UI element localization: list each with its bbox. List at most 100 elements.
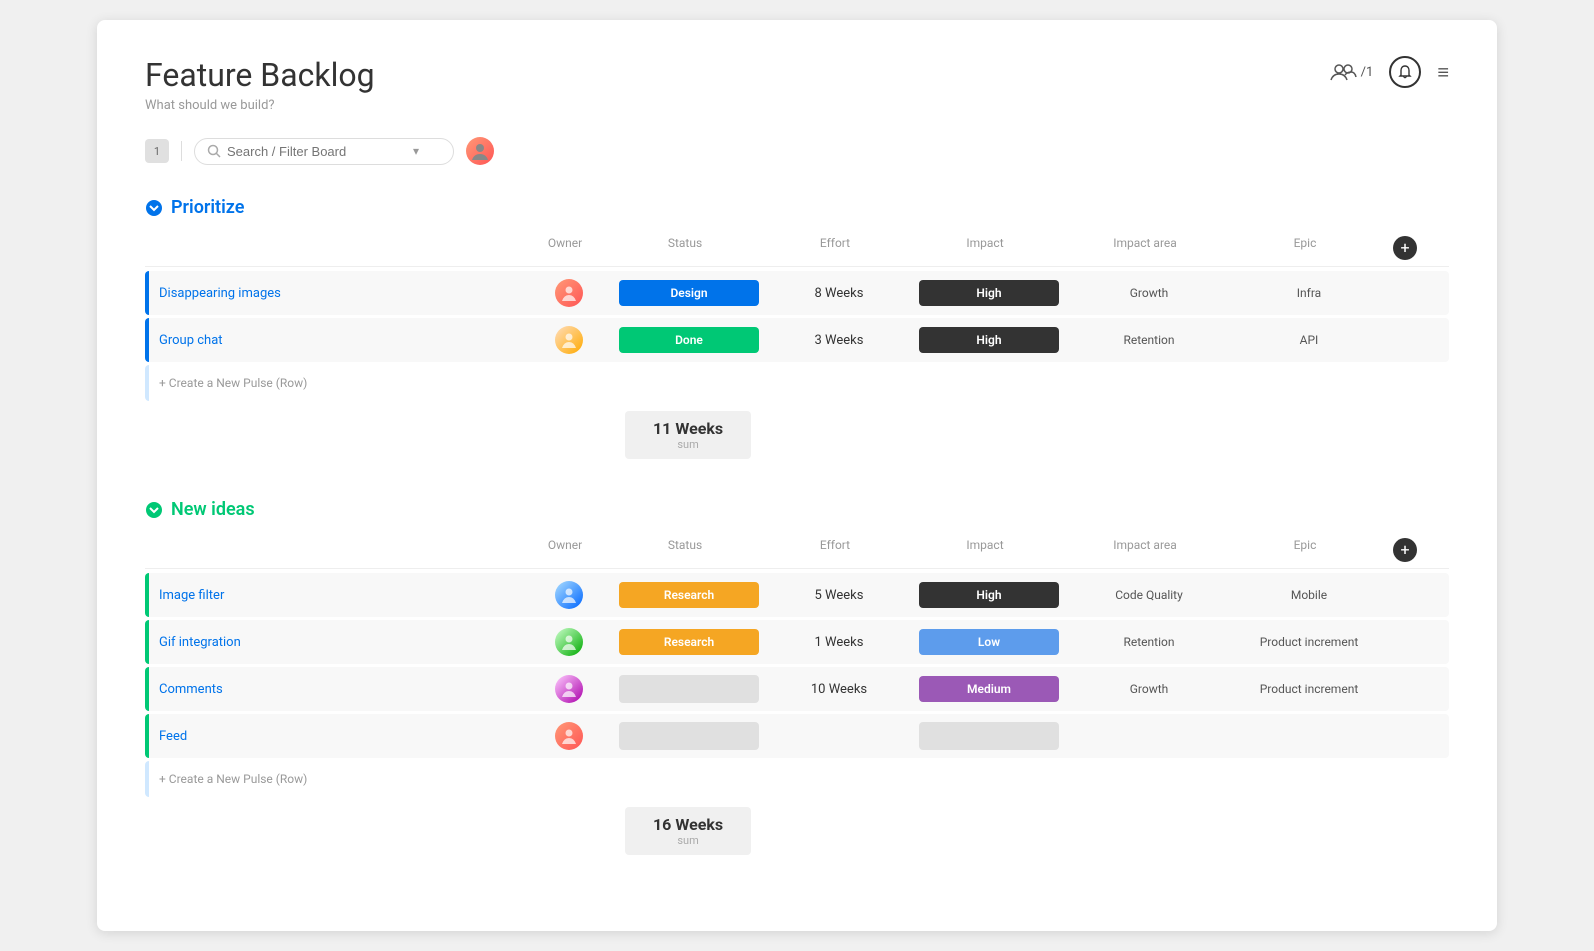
row-impact-area: Retention [1069,333,1229,347]
search-icon [207,144,221,158]
col-header-status: Status [605,236,765,260]
row-effort: 3 Weeks [769,333,909,348]
row-name: Feed [149,729,529,744]
status-badge: Research [619,582,759,608]
section-title-prioritize: Prioritize [171,197,244,218]
row-epic: Infra [1229,286,1389,300]
create-row-label: + Create a New Pulse (Row) [149,376,529,390]
sum-box: 16 Weekssum [625,807,751,855]
sum-box: 11 Weekssum [625,411,751,459]
impact-cell [909,722,1069,750]
impact-badge: High [919,582,1059,608]
sum-row: 11 Weekssum [625,411,1449,459]
row-effort: 5 Weeks [769,588,909,603]
impact-cell: High [909,327,1069,353]
table-row-group-chat: Group chat Done 3 Weeks High RetentionAPI [145,318,1449,362]
chevron-prioritize-icon[interactable] [145,199,163,217]
create-row[interactable]: + Create a New Pulse (Row) [145,761,1449,797]
table-prioritize: OwnerStatusEffortImpactImpact areaEpic+D… [145,230,1449,459]
search-dropdown-icon[interactable]: ▾ [413,144,419,158]
table-new-ideas: OwnerStatusEffortImpactImpact areaEpic +I… [145,532,1449,855]
table-row-image-filter: Image filterResearch5 WeeksHighCode Qual… [145,573,1449,617]
section-new-ideas: New ideasOwnerStatusEffortImpactImpact a… [145,499,1449,855]
col-header-epic: Epic [1225,538,1385,562]
toolbar-avatar [466,137,494,165]
table-row-feed: Feed [145,714,1449,758]
bell-icon [1397,64,1413,80]
impact-badge: High [919,280,1059,306]
row-name: Disappearing images [149,286,529,301]
col-headers-new-ideas: OwnerStatusEffortImpactImpact areaEpic + [145,532,1449,569]
col-header-impact: Impact [905,236,1065,260]
sum-row: 16 Weekssum [625,807,1449,855]
add-col-icon[interactable]: + [1393,538,1417,562]
row-owner [529,326,609,354]
avatar [555,326,583,354]
avatar [555,581,583,609]
col-header-effort: Effort [765,538,905,562]
menu-button[interactable]: ≡ [1437,60,1449,85]
row-effort: 8 Weeks [769,286,909,301]
search-input[interactable] [227,144,407,159]
avatar [555,675,583,703]
page-title: Feature Backlog [145,56,375,94]
user-count: /1 [1329,58,1374,86]
row-epic: API [1229,333,1389,347]
add-column-button[interactable]: + [1385,236,1425,260]
status-cell[interactable] [609,722,769,750]
sum-label: sum [653,438,723,451]
header-left: Feature Backlog What should we build? [145,56,375,113]
row-effort: 10 Weeks [769,682,909,697]
add-col-icon[interactable]: + [1393,236,1417,260]
status-cell[interactable]: Done [609,327,769,353]
col-header-impact: Impact [905,538,1065,562]
status-badge-empty [619,722,759,750]
row-impact-area: Growth [1069,682,1229,696]
main-card: Feature Backlog What should we build? /1 [97,20,1497,931]
status-badge: Research [619,629,759,655]
toolbar: 1 ▾ [145,137,1449,165]
status-badge: Done [619,327,759,353]
impact-cell: Medium [909,676,1069,702]
status-badge-empty [619,675,759,703]
add-column-button[interactable]: + [1385,538,1425,562]
status-cell[interactable]: Research [609,582,769,608]
status-cell[interactable] [609,675,769,703]
page-subtitle: What should we build? [145,98,375,113]
chevron-new-ideas-icon[interactable] [145,501,163,519]
avatar [555,628,583,656]
row-effort: 1 Weeks [769,635,909,650]
search-wrap[interactable]: ▾ [194,138,454,165]
section-prioritize: Prioritize OwnerStatusEffortImpactImpact … [145,197,1449,459]
create-row[interactable]: + Create a New Pulse (Row) [145,365,1449,401]
row-owner [529,722,609,750]
row-impact-area: Code Quality [1069,588,1229,602]
row-name: Comments [149,682,529,697]
sum-label: sum [653,834,723,847]
col-header-owner: Owner [525,236,605,260]
col-header-impact-area: Impact area [1065,538,1225,562]
row-name: Group chat [149,333,529,348]
row-epic: Product increment [1229,635,1389,649]
col-header-impact-area: Impact area [1065,236,1225,260]
avatar [555,722,583,750]
section-header-prioritize: Prioritize [145,197,1449,218]
toolbar-divider [181,141,182,161]
sections-container: PrioritizeOwnerStatusEffortImpactImpact … [145,197,1449,855]
row-impact-area: Retention [1069,635,1229,649]
notifications-button[interactable] [1389,56,1421,88]
col-header-owner: Owner [525,538,605,562]
avatar-icon [469,140,491,162]
impact-badge: Low [919,629,1059,655]
row-epic: Mobile [1229,588,1389,602]
row-epic: Product increment [1229,682,1389,696]
status-cell[interactable]: Research [609,629,769,655]
table-row-gif-integration: Gif integrationResearch1 WeeksLowRetenti… [145,620,1449,664]
impact-badge: High [919,327,1059,353]
col-header-effort: Effort [765,236,905,260]
row-owner [529,675,609,703]
col-header-status: Status [605,538,765,562]
row-owner [529,581,609,609]
create-row-label: + Create a New Pulse (Row) [149,772,529,786]
status-cell[interactable]: Design [609,280,769,306]
